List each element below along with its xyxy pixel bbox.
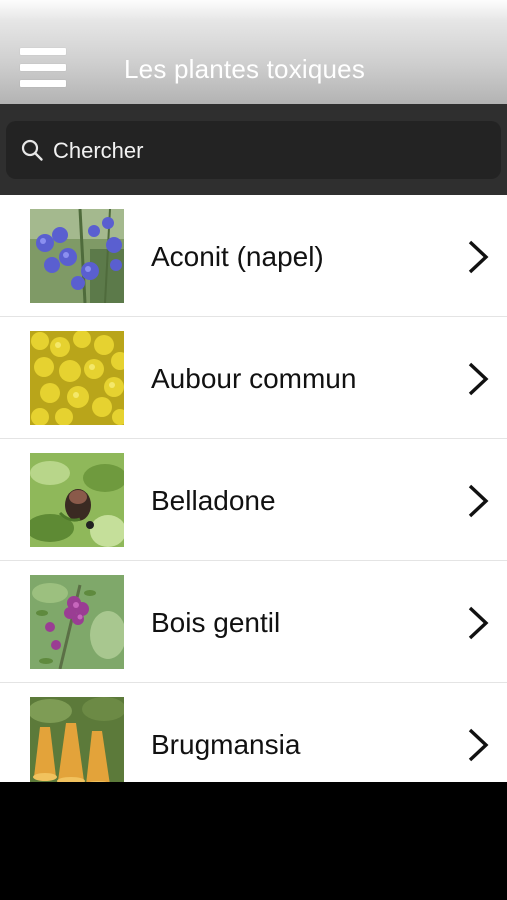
plant-name: Aubour commun — [151, 363, 357, 394]
plant-name: Brugmansia — [151, 729, 301, 760]
list-item-belladone[interactable]: Belladone — [0, 439, 507, 561]
plant-name: Belladone — [151, 485, 276, 516]
menu-bar-top — [20, 48, 66, 55]
search-icon — [21, 139, 43, 161]
list-item-bois-gentil[interactable]: Bois gentil — [0, 561, 507, 683]
app-screen: Les plantes toxiques Chercher Aconit (na… — [0, 0, 507, 900]
navigation-header: Les plantes toxiques — [0, 0, 507, 104]
search-input[interactable]: Chercher — [6, 121, 501, 179]
search-bar: Chercher — [0, 104, 507, 195]
hamburger-menu-icon[interactable] — [20, 48, 66, 88]
search-placeholder: Chercher — [53, 138, 144, 163]
plant-thumbnail — [30, 575, 124, 669]
chevron-right-icon — [468, 728, 489, 762]
plant-thumbnail — [30, 209, 124, 303]
menu-bar-middle — [20, 64, 66, 71]
page-title: Les plantes toxiques — [124, 54, 366, 84]
plant-list: Aconit (napel) Aubour commun Belladone B… — [0, 195, 507, 782]
list-item-brugmansia[interactable]: Brugmansia — [0, 683, 507, 782]
chevron-right-icon — [468, 362, 489, 396]
plant-thumbnail — [30, 453, 124, 547]
chevron-right-icon — [468, 484, 489, 518]
list-item-aubour-commun[interactable]: Aubour commun — [0, 317, 507, 439]
plant-thumbnail — [30, 697, 124, 782]
menu-bar-bottom — [20, 80, 66, 87]
plant-name: Bois gentil — [151, 607, 281, 638]
plant-thumbnail — [30, 331, 124, 425]
black-bottom-area — [0, 782, 507, 900]
plant-name: Aconit (napel) — [151, 241, 324, 272]
chevron-right-icon — [468, 240, 489, 274]
list-item-aconit[interactable]: Aconit (napel) — [0, 195, 507, 317]
chevron-right-icon — [468, 606, 489, 640]
